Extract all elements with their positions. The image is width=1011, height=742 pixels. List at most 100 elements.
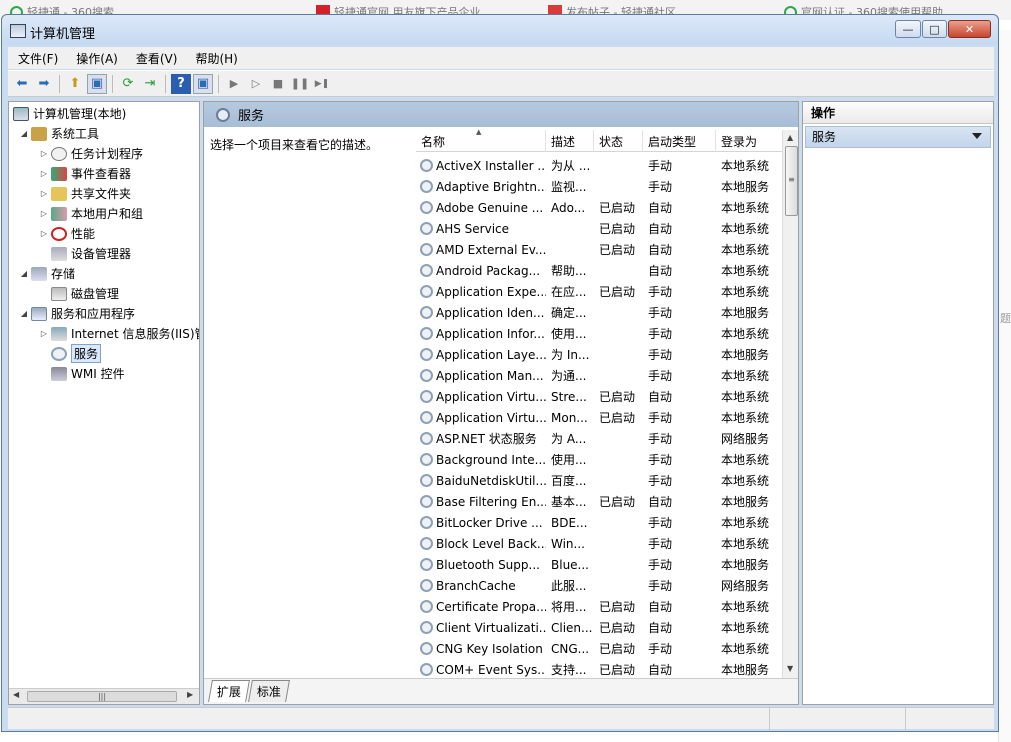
menu-view[interactable]: 查看(V) xyxy=(134,49,180,68)
tree-node-services-apps[interactable]: ◢ 服务和应用程序 xyxy=(19,304,135,323)
users-icon xyxy=(51,206,67,221)
expand-arrow-icon[interactable]: ▷ xyxy=(39,169,49,178)
service-row[interactable]: Certificate Propa... 将用... 已启动 自动 本地系统 xyxy=(416,596,782,617)
service-startup-type: 手动 xyxy=(648,453,673,467)
service-description: 将用... xyxy=(551,600,587,614)
service-row[interactable]: Application Laye... 为 In... 手动 本地服务 xyxy=(416,344,782,365)
tree-node-disk-management[interactable]: 磁盘管理 xyxy=(51,284,119,303)
service-row[interactable]: Application Virtu... Mon... 已启动 手动 本地系统 xyxy=(416,407,782,428)
column-header-startup-type[interactable]: 启动类型 xyxy=(643,130,716,152)
tools-icon xyxy=(31,126,47,141)
scroll-thumb[interactable]: ||| xyxy=(27,691,177,702)
export-list-icon[interactable]: ⇥ xyxy=(140,74,160,94)
tree-node-shared-folders[interactable]: ▷ 共享文件夹 xyxy=(39,184,131,203)
service-row[interactable]: AHS Service 已启动 自动 本地系统 xyxy=(416,218,782,239)
tree-node-task-scheduler[interactable]: ▷ 任务计划程序 xyxy=(39,144,143,163)
title-bar[interactable]: 计算机管理 — □ ✕ xyxy=(2,15,998,45)
column-label: 名称 xyxy=(421,134,446,149)
service-row[interactable]: Client Virtualizati... Clien... 已启动 自动 本地系统 xyxy=(416,617,782,638)
tree-node-wmi[interactable]: WMI 控件 xyxy=(51,364,125,383)
service-row[interactable]: BaiduNetdiskUtil... 百度... 手动 本地系统 xyxy=(416,470,782,491)
service-row[interactable]: Adobe Genuine ... Ado... 已启动 自动 本地系统 xyxy=(416,197,782,218)
column-label: 启动类型 xyxy=(648,134,697,149)
actions-section-services[interactable]: 服务 xyxy=(805,126,991,148)
column-header-name[interactable]: ▲ 名称 xyxy=(416,128,546,152)
tab-extended[interactable]: 扩展 xyxy=(208,680,250,702)
menu-help[interactable]: 帮助(H) xyxy=(193,49,239,68)
expand-arrow-icon[interactable]: ▷ xyxy=(39,189,49,198)
collapse-arrow-icon[interactable]: ◢ xyxy=(19,129,29,138)
scroll-right-icon[interactable]: ▶ xyxy=(187,690,193,699)
help-icon[interactable]: ? xyxy=(171,73,191,94)
close-button[interactable]: ✕ xyxy=(948,20,991,38)
expand-arrow-icon[interactable]: ▷ xyxy=(39,149,49,158)
service-row[interactable]: Application Iden... 确定... 手动 本地服务 xyxy=(416,302,782,323)
service-name: CNG Key Isolation xyxy=(436,641,543,656)
services-vertical-scrollbar[interactable]: ▲ ≡ ▼ xyxy=(782,130,798,678)
tree-node-local-users[interactable]: ▷ 本地用户和组 xyxy=(39,204,143,223)
performance-icon xyxy=(51,226,67,241)
service-name-cell: Application Infor... xyxy=(416,327,546,341)
service-row[interactable]: ActiveX Installer ... 为从 ... 手动 本地系统 xyxy=(416,155,782,176)
tree-node-root[interactable]: 计算机管理(本地) xyxy=(13,104,126,123)
properties-icon[interactable]: ▣ xyxy=(193,73,213,94)
refresh-icon[interactable]: ⟳ xyxy=(118,74,138,94)
collapse-arrow-icon[interactable]: ◢ xyxy=(19,309,29,318)
column-header-status[interactable]: 状态 xyxy=(594,130,643,152)
expand-arrow-icon[interactable]: ▷ xyxy=(39,229,49,238)
tree-node-system-tools[interactable]: ◢ 系统工具 xyxy=(19,124,99,143)
minimize-button[interactable]: — xyxy=(895,20,921,38)
toolbar: ⬅ ➡ ⬆ ▣ ⟳ ⇥ ? ▣ ▶ ▷ ■ ❚❚ ▶❚ xyxy=(8,70,994,97)
service-name: Adaptive Brightn... xyxy=(436,179,546,194)
service-row[interactable]: COM+ Event Sys... 支持... 已启动 自动 本地服务 xyxy=(416,659,782,680)
service-row[interactable]: AMD External Ev... 已启动 自动 本地系统 xyxy=(416,239,782,260)
service-description: 为 A... xyxy=(551,432,587,446)
stop-service-icon[interactable]: ■ xyxy=(268,74,288,94)
expand-arrow-icon[interactable]: ▷ xyxy=(39,209,49,218)
scroll-thumb[interactable]: ≡ xyxy=(785,146,798,216)
service-row[interactable]: Base Filtering En... 基本... 已启动 自动 本地服务 xyxy=(416,491,782,512)
service-row[interactable]: Application Man... 为通... 手动 本地系统 xyxy=(416,365,782,386)
service-row[interactable]: BranchCache 此服... 手动 网络服务 xyxy=(416,575,782,596)
tree-node-event-viewer[interactable]: ▷ 事件查看器 xyxy=(39,164,131,183)
service-row[interactable]: BitLocker Drive ... BDE... 手动 本地系统 xyxy=(416,512,782,533)
show-hide-tree-icon[interactable]: ▣ xyxy=(87,73,107,94)
tree-horizontal-scrollbar[interactable]: ◀ ||| ▶ xyxy=(9,688,199,704)
maximize-button[interactable]: □ xyxy=(922,20,947,38)
restart-service-icon[interactable]: ▶❚ xyxy=(312,74,332,94)
pause-service-icon[interactable]: ❚❚ xyxy=(290,74,310,94)
tree-node-device-manager[interactable]: 设备管理器 xyxy=(51,244,131,263)
forward-arrow-icon[interactable]: ➡ xyxy=(34,74,54,94)
service-row[interactable]: Adaptive Brightn... 监视... 手动 本地服务 xyxy=(416,176,782,197)
column-header-log-on-as[interactable]: 登录为 xyxy=(716,130,782,152)
tree-label: 存储 xyxy=(51,267,76,281)
expand-arrow-icon[interactable]: ▷ xyxy=(39,329,49,338)
menu-file[interactable]: 文件(F) xyxy=(16,49,60,68)
service-row[interactable]: Background Inte... 使用... 手动 本地系统 xyxy=(416,449,782,470)
menu-action[interactable]: 操作(A) xyxy=(74,49,120,68)
service-row[interactable]: Android Packag... 帮助... 自动 本地系统 xyxy=(416,260,782,281)
service-row[interactable]: CNG Key Isolation CNG... 已启动 手动 本地系统 xyxy=(416,638,782,659)
service-row[interactable]: Application Expe... 在应... 已启动 手动 本地系统 xyxy=(416,281,782,302)
tab-standard[interactable]: 标准 xyxy=(248,680,290,702)
tree-node-iis[interactable]: ▷ Internet 信息服务(IIS)管 xyxy=(39,324,199,343)
tree-node-services[interactable]: 服务 xyxy=(51,344,102,363)
up-folder-icon[interactable]: ⬆ xyxy=(65,74,85,94)
tree-node-performance[interactable]: ▷ 性能 xyxy=(39,224,95,243)
scroll-down-icon[interactable]: ▼ xyxy=(787,664,793,673)
service-row[interactable]: Block Level Back... Win... 手动 本地系统 xyxy=(416,533,782,554)
start-service-icon[interactable]: ▶ xyxy=(224,74,244,94)
service-row[interactable]: Bluetooth Supp... Blue... 手动 本地服务 xyxy=(416,554,782,575)
scroll-left-icon[interactable]: ◀ xyxy=(13,690,19,699)
service-row[interactable]: Application Infor... 使用... 手动 本地系统 xyxy=(416,323,782,344)
column-header-description[interactable]: 描述 xyxy=(546,130,594,152)
service-row[interactable]: ASP.NET 状态服务为 A... 手动 网络服务 xyxy=(416,428,782,449)
service-name: Application Expe... xyxy=(436,284,546,299)
collapse-arrow-icon[interactable]: ◢ xyxy=(19,269,29,278)
scroll-up-icon[interactable]: ▲ xyxy=(787,133,793,142)
service-row[interactable]: Application Virtu... Stre... 已启动 自动 本地系统 xyxy=(416,386,782,407)
back-arrow-icon[interactable]: ⬅ xyxy=(12,74,32,94)
tree-node-storage[interactable]: ◢ 存储 xyxy=(19,264,75,283)
start-service-alt-icon[interactable]: ▷ xyxy=(246,74,266,94)
service-name: Application Virtu... xyxy=(436,410,546,425)
